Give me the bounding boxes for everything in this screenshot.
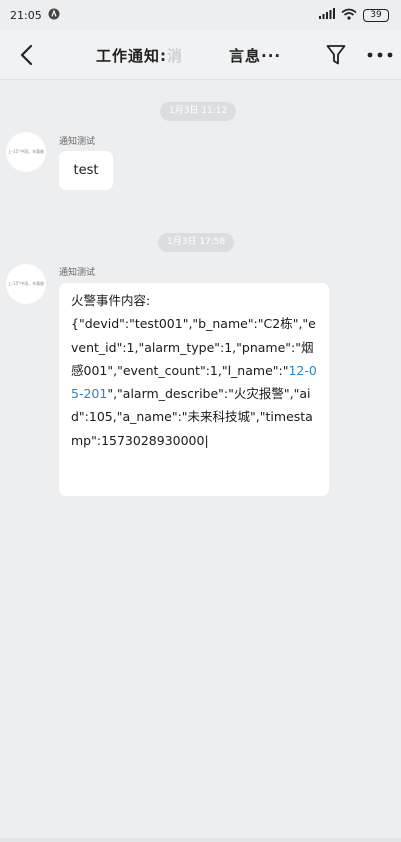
avatar[interactable]: 上-15°中雨，车载能 xyxy=(6,264,46,304)
title-faded: 消 xyxy=(167,47,184,65)
page-title: 工作通知:消 言息··· xyxy=(96,45,281,66)
message-bubble[interactable]: test xyxy=(59,151,113,190)
message-text-start: 火警事件内容: {"devid":"test001","b_name":"C2栋… xyxy=(71,293,316,378)
avatar-text: 上-15°中雨，车载能 xyxy=(7,149,45,154)
sender-name: 通知测试 xyxy=(59,268,96,278)
sender-name: 通知测试 xyxy=(59,137,96,147)
message-bubble[interactable]: 火警事件内容: {"devid":"test001","b_name":"C2栋… xyxy=(59,283,329,496)
back-button[interactable] xyxy=(4,30,48,80)
timestamp-pill: 1月3日 17:58 xyxy=(158,233,235,252)
message-text-end: ","alarm_describe":"火灾报警","aid":105,"a_n… xyxy=(71,386,313,448)
avatar[interactable]: 上-15°中雨，车载能 xyxy=(6,132,46,172)
title-main: 工作通知: xyxy=(96,47,167,65)
signal-icon xyxy=(319,8,335,22)
status-bar: 21:05 39 xyxy=(0,0,401,30)
more-dots-icon xyxy=(367,52,393,58)
chat-header: 工作通知:消 言息··· xyxy=(0,30,401,80)
status-left: 21:05 xyxy=(10,8,60,23)
title-tail: 言息··· xyxy=(229,47,282,65)
status-time: 21:05 xyxy=(10,8,42,22)
avatar-text: 上-15°中雨，车载能 xyxy=(7,281,45,286)
more-button[interactable] xyxy=(363,40,397,70)
wifi-icon xyxy=(341,8,357,23)
chevron-left-icon xyxy=(20,44,33,65)
message-text: test xyxy=(73,163,99,178)
timestamp-pill: 1月3日 11:12 xyxy=(160,102,237,121)
bottom-divider xyxy=(0,838,401,842)
filter-button[interactable] xyxy=(321,40,351,70)
filter-icon xyxy=(326,45,346,65)
battery-indicator: 39 xyxy=(363,8,389,22)
status-right: 39 xyxy=(319,8,389,23)
notification-icon xyxy=(48,8,60,23)
